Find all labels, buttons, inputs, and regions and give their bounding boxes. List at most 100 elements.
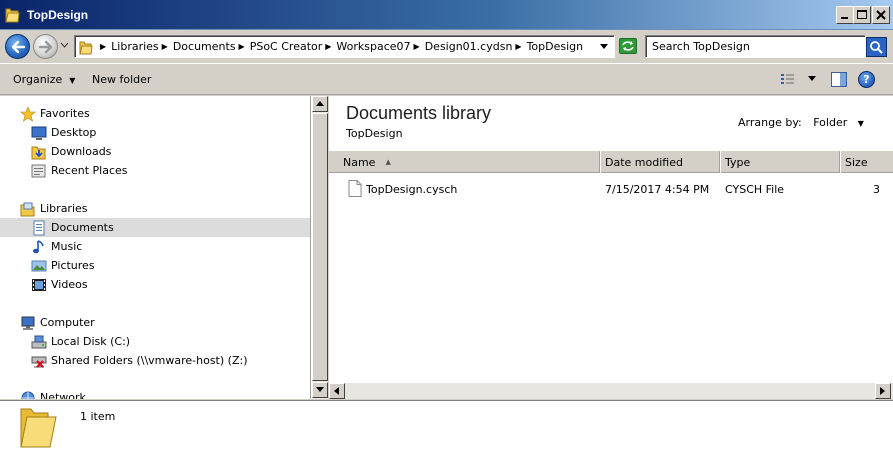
chevron-down-icon — [316, 387, 324, 392]
scroll-left-button[interactable] — [329, 383, 345, 399]
navigation-scrollbar[interactable] — [311, 96, 328, 399]
arrange-value: Folder — [813, 116, 848, 129]
file-size: 3 — [873, 183, 880, 196]
command-bar: Organize ▼ New folder ? — [0, 63, 893, 95]
nav-network[interactable]: Network — [0, 388, 310, 399]
content-pane: Documents library TopDesign Arrange by: … — [329, 96, 893, 399]
address-row: ▶ Libraries ▶ Documents ▶ PSoC Creator ▶… — [0, 31, 893, 61]
address-bar[interactable]: ▶ Libraries ▶ Documents ▶ PSoC Creator ▶… — [74, 35, 615, 58]
column-header-row: Name ▲ Date modified Type Size — [329, 151, 893, 173]
content-horizontal-scrollbar[interactable] — [329, 382, 893, 399]
nav-item-music[interactable]: Music — [0, 237, 310, 256]
maximize-button[interactable] — [853, 6, 871, 24]
nav-item-local-disk[interactable]: Local Disk (C:) — [0, 332, 310, 351]
refresh-button[interactable] — [619, 38, 637, 54]
desktop-icon — [31, 126, 47, 140]
nav-item-pictures[interactable]: Pictures — [0, 256, 310, 275]
chevron-right-icon — [880, 387, 885, 395]
music-icon — [33, 239, 44, 253]
nav-item-downloads[interactable]: Downloads — [0, 142, 310, 161]
recent-pages-chevron-icon[interactable] — [60, 42, 69, 48]
view-details-icon[interactable] — [780, 72, 796, 86]
file-type: CYSCH File — [725, 183, 785, 196]
breadcrumb-topdesign[interactable]: TopDesign — [527, 40, 584, 53]
help-icon: ? — [863, 73, 870, 86]
breadcrumb: ▶ Libraries ▶ Documents ▶ PSoC Creator ▶… — [100, 40, 584, 53]
view-dropdown-icon[interactable] — [808, 76, 816, 82]
breadcrumb-workspace07[interactable]: Workspace07 — [336, 40, 410, 53]
videos-icon — [32, 278, 46, 291]
folder-icon — [5, 8, 20, 23]
column-header-type[interactable]: Type — [720, 151, 840, 173]
folder-icon — [20, 408, 57, 448]
minimize-button[interactable] — [836, 6, 854, 24]
chevron-up-icon — [316, 101, 324, 106]
nav-item-recent-places[interactable]: Recent Places — [0, 161, 310, 180]
refresh-icon — [622, 41, 634, 51]
search-button[interactable] — [866, 37, 887, 57]
file-row[interactable]: TopDesign.cysch 7/15/2017 4:54 PM CYSCH … — [329, 179, 893, 199]
maximize-icon — [857, 10, 867, 19]
scroll-thumb[interactable] — [312, 113, 328, 381]
close-button[interactable] — [872, 6, 890, 24]
breadcrumb-documents[interactable]: Documents — [173, 40, 236, 53]
new-folder-button[interactable]: New folder — [92, 73, 151, 86]
help-button[interactable]: ? — [858, 71, 875, 88]
file-date-modified: 7/15/2017 4:54 PM — [605, 183, 710, 196]
organize-button[interactable]: Organize ▼ — [13, 73, 75, 86]
recent-places-icon — [31, 164, 46, 177]
nav-computer[interactable]: Computer — [0, 313, 310, 332]
back-button[interactable] — [5, 34, 30, 59]
network-drive-disconnected-icon — [31, 356, 47, 368]
close-icon — [876, 10, 886, 20]
search-placeholder: Search TopDesign — [652, 40, 750, 53]
nav-item-desktop[interactable]: Desktop — [0, 123, 310, 142]
column-header-size[interactable]: Size — [840, 151, 893, 173]
libraries-icon — [20, 202, 35, 216]
navigation-pane: Favorites Desktop Downloads Recent Place… — [0, 96, 311, 399]
nav-libraries[interactable]: Libraries — [0, 199, 310, 218]
preview-pane-icon[interactable] — [831, 72, 847, 87]
library-title: Documents library — [346, 103, 492, 123]
title-bar: TopDesign — [0, 0, 893, 30]
breadcrumb-psoc-creator[interactable]: PSoC Creator — [250, 40, 323, 53]
nav-item-shared-folders[interactable]: Shared Folders (\\vmware-host) (Z:) — [0, 351, 310, 370]
chevron-down-icon: ▼ — [857, 119, 864, 128]
file-name: TopDesign.cysch — [366, 183, 458, 196]
sort-ascending-icon: ▲ — [385, 158, 391, 166]
computer-icon — [21, 316, 35, 330]
scroll-right-button[interactable] — [875, 383, 891, 399]
scroll-up-button[interactable] — [312, 96, 328, 112]
nav-item-documents[interactable]: Documents — [0, 218, 310, 237]
column-header-date-modified[interactable]: Date modified — [600, 151, 720, 173]
search-icon — [870, 41, 883, 54]
local-disk-icon — [31, 335, 47, 348]
scroll-down-button[interactable] — [312, 382, 328, 398]
window-title: TopDesign — [27, 8, 89, 22]
chevron-down-icon: ▼ — [69, 76, 76, 85]
item-count: 1 item — [80, 410, 116, 423]
library-subtitle: TopDesign — [346, 127, 403, 140]
minimize-icon — [841, 17, 848, 19]
column-header-name[interactable]: Name ▲ — [329, 151, 600, 173]
details-pane: 1 item — [0, 400, 893, 455]
chevron-left-icon — [334, 387, 339, 395]
file-icon — [348, 180, 362, 197]
documents-icon — [33, 220, 45, 235]
pictures-icon — [31, 260, 47, 271]
arrow-right-icon — [38, 40, 53, 54]
search-input[interactable]: Search TopDesign — [645, 35, 866, 58]
arrange-label: Arrange by: — [738, 116, 802, 129]
downloads-folder-icon — [31, 146, 46, 159]
nav-favorites[interactable]: Favorites — [0, 104, 310, 123]
forward-button[interactable] — [33, 34, 58, 59]
breadcrumb-design01[interactable]: Design01.cydsn — [425, 40, 513, 53]
star-icon — [20, 105, 36, 122]
arrange-by-control[interactable]: Arrange by: Folder ▼ — [738, 116, 864, 129]
arrow-left-icon — [11, 40, 26, 54]
address-dropdown-icon[interactable] — [600, 44, 608, 50]
breadcrumb-libraries[interactable]: Libraries — [111, 40, 159, 53]
library-folder-icon — [79, 41, 93, 55]
nav-item-videos[interactable]: Videos — [0, 275, 310, 294]
network-icon — [21, 391, 35, 399]
